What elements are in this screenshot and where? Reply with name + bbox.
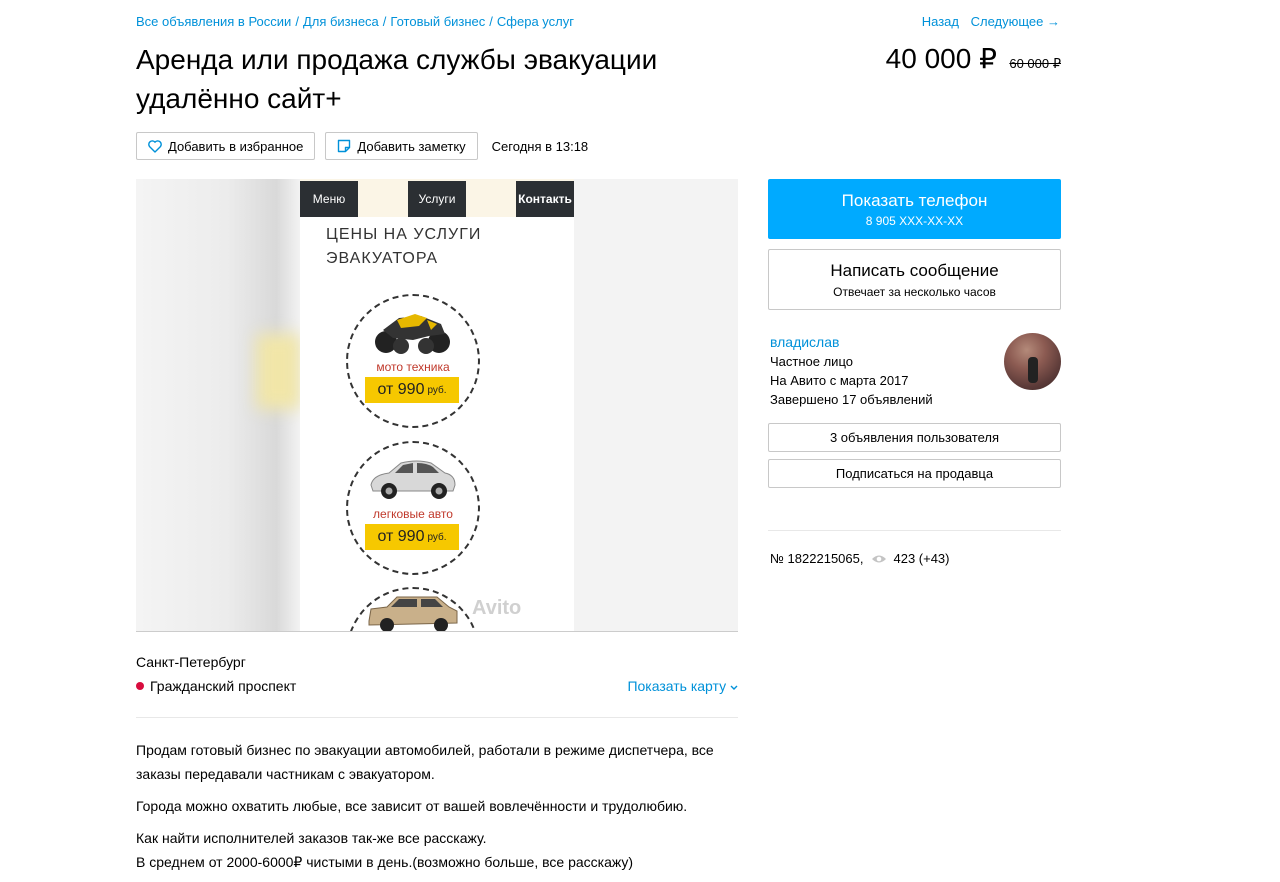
response-time: Отвечает за несколько часов xyxy=(833,284,996,299)
seller-name[interactable]: владислав xyxy=(770,333,933,352)
metro-station: Гражданский проспект xyxy=(136,678,296,694)
service-price-car-unit: руб. xyxy=(427,531,447,543)
current-price: 40 000 ₽ xyxy=(885,43,997,74)
write-message-label: Написать сообщение xyxy=(830,260,999,280)
seller-completed: Завершено 17 объявлений xyxy=(770,392,933,407)
add-note-label: Добавить заметку xyxy=(357,138,466,154)
add-to-favorites-label: Добавить в избранное xyxy=(168,138,304,154)
breadcrumb-services[interactable]: Сфера услуг xyxy=(497,14,574,29)
description-paragraph-4: В среднем от 2000-6000₽ чистыми в день.(… xyxy=(136,854,634,870)
breadcrumb-separator: / xyxy=(382,14,387,29)
metro-dot-icon xyxy=(136,682,144,690)
phone-masked: 8 905 XXX-XX-XX xyxy=(865,213,964,228)
photo-tab-services: Услуги xyxy=(408,181,466,217)
description-paragraph-1: Продам готовый бизнес по эвакуации автом… xyxy=(136,742,714,782)
divider xyxy=(768,530,1061,531)
photo-tab-contacts: Контакть xyxy=(516,181,574,217)
breadcrumb-separator: / xyxy=(295,14,299,29)
seller-since: На Авито с марта 2017 xyxy=(770,373,909,388)
description-paragraph-3: Как найти исполнителей заказов так-же вс… xyxy=(136,830,487,846)
heart-icon xyxy=(148,139,162,153)
avatar-figure xyxy=(1028,357,1038,383)
next-link[interactable]: Следующее → xyxy=(971,14,1060,29)
service-circle-moto: мото техника от 990 руб. xyxy=(346,294,480,428)
price-box: 40 000 ₽ 60 000 ₽ xyxy=(886,42,1061,75)
add-note-button[interactable]: Добавить заметку xyxy=(325,132,478,160)
seller-listings-button[interactable]: 3 объявления пользователя xyxy=(768,423,1061,452)
divider xyxy=(136,717,738,718)
service-circle-car: легковые авто от 990 руб. xyxy=(346,441,480,575)
page-title: Аренда или продажа службы эвакуации удал… xyxy=(136,44,658,114)
photo-tab-menu: Меню xyxy=(300,181,358,217)
breadcrumb-ready-business[interactable]: Готовый бизнес xyxy=(390,14,485,29)
old-price: 60 000 ₽ xyxy=(1009,56,1061,71)
service-label-car: легковые авто xyxy=(373,507,453,521)
car-icon xyxy=(370,460,456,499)
service-price-moto-unit: руб. xyxy=(427,384,447,396)
metro-station-name: Гражданский проспект xyxy=(150,678,297,694)
photo-heading-line1: ЦЕНЫ НА УСЛУГИ xyxy=(326,226,482,243)
eye-icon xyxy=(871,554,887,564)
service-price-car-value: от 990 xyxy=(377,528,425,545)
avito-watermark: Avito xyxy=(472,597,522,619)
atv-icon xyxy=(375,314,450,354)
listing-navigation: Назад Следующее → xyxy=(914,14,1060,29)
description: Продам готовый бизнес по эвакуации автом… xyxy=(136,738,756,882)
photo-heading-line2: ЭВАКУАТОРА xyxy=(326,250,439,267)
show-phone-button[interactable]: Показать телефон 8 905 XXX-XX-XX xyxy=(768,179,1061,239)
breadcrumb: Все объявления в России / Для бизнеса / Гото… xyxy=(136,14,574,29)
avatar[interactable] xyxy=(1004,333,1061,390)
breadcrumb-business[interactable]: Для бизнеса xyxy=(303,14,379,29)
city: Санкт-Петербург xyxy=(136,654,246,670)
write-message-button[interactable]: Написать сообщение Отвечает за несколько… xyxy=(768,249,1061,310)
add-to-favorites-button[interactable]: Добавить в избранное xyxy=(136,132,316,160)
breadcrumb-all-ads[interactable]: Все объявления в России xyxy=(136,14,291,29)
back-link[interactable]: Назад xyxy=(922,14,959,29)
show-phone-label: Показать телефон xyxy=(841,190,988,210)
description-paragraph-2: Города можно охватить любые, все зависит… xyxy=(136,798,688,814)
photo-heading: ЦЕНЫ НА УСЛУГИ ЭВАКУАТОРА xyxy=(326,223,481,271)
service-label-moto: мото техника xyxy=(376,360,450,374)
publish-date: Сегодня в 13:18 xyxy=(491,138,589,154)
listing-actions: Добавить в избранное Добавить заметку Се… xyxy=(136,132,588,160)
listing-meta: № 1822215065, 423 (+43) xyxy=(770,551,950,566)
chevron-down-icon xyxy=(730,685,738,690)
gallery-blur-accent xyxy=(256,334,301,409)
note-icon xyxy=(337,139,351,153)
show-map-link[interactable]: Показать карту xyxy=(627,678,738,694)
photo-gallery[interactable]: Меню Услуги Контакть ЦЕНЫ НА УСЛУГИ ЭВАК… xyxy=(136,179,738,632)
listing-id: № 1822215065, xyxy=(770,551,864,566)
suv-icon xyxy=(368,596,458,631)
subscribe-seller-button[interactable]: Подписаться на продавца xyxy=(768,459,1061,488)
listing-photo[interactable]: Меню Услуги Контакть ЦЕНЫ НА УСЛУГИ ЭВАК… xyxy=(300,179,574,631)
breadcrumb-separator: / xyxy=(489,14,493,29)
service-circle-suv xyxy=(346,587,480,631)
view-count: 423 (+43) xyxy=(893,551,950,566)
service-price-moto-value: от 990 xyxy=(377,381,425,398)
seller-info: владислав Частное лицо На Авито с марта … xyxy=(770,333,933,409)
seller-type: Частное лицо xyxy=(770,354,853,369)
service-price-car: от 990 руб. xyxy=(365,524,459,550)
service-price-moto: от 990 руб. xyxy=(365,377,459,403)
show-map-label: Показать карту xyxy=(627,678,727,694)
gallery-blur-background-right xyxy=(574,179,738,631)
